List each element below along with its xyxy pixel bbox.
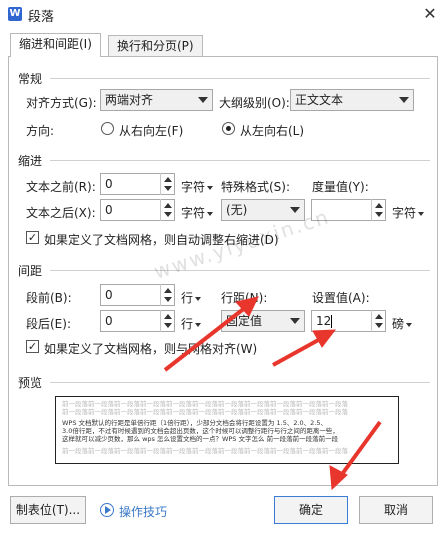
red-arrow-icon xyxy=(272,329,337,367)
tab-stops-button[interactable]: 制表位(T)... xyxy=(10,496,86,524)
tips-link[interactable]: 操作技巧 xyxy=(119,503,167,520)
play-icon[interactable] xyxy=(100,503,114,517)
cancel-button[interactable]: 取消 xyxy=(359,496,433,524)
ok-button[interactable]: 确定 xyxy=(274,496,348,524)
tab-indent-spacing[interactable]: 缩进和间距(I) xyxy=(10,33,101,57)
red-arrow-icon xyxy=(163,296,259,372)
red-arrow-icon xyxy=(329,420,382,491)
annotation-arrows xyxy=(163,296,382,491)
